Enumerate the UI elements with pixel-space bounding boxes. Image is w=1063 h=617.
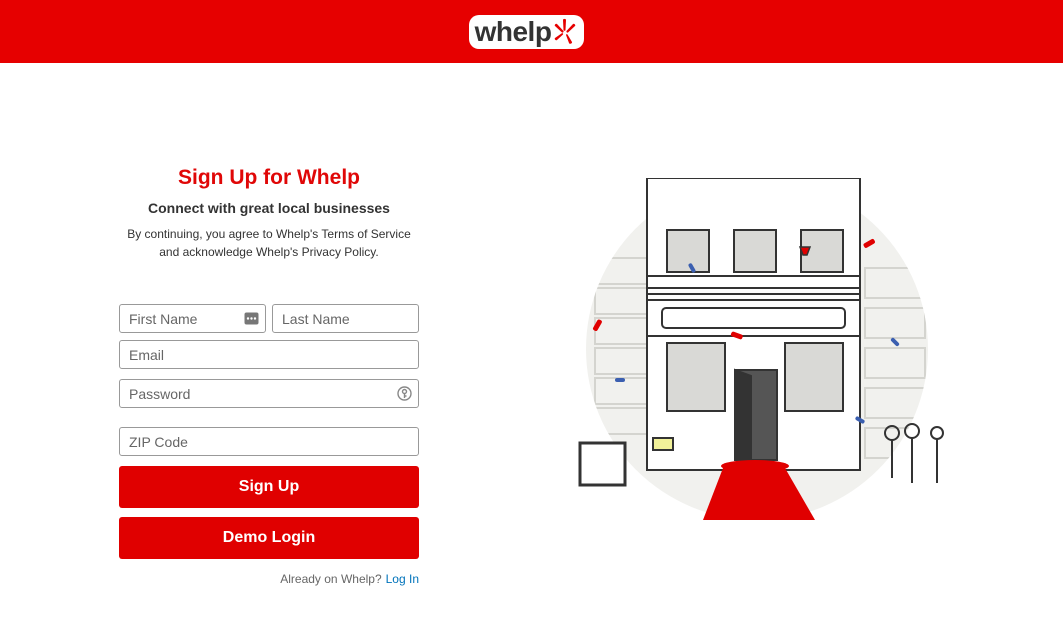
last-name-field[interactable] (272, 304, 419, 333)
page-title: Sign Up for Whelp (178, 166, 360, 189)
legal-text: By continuing, you agree to Whelp's Term… (114, 225, 424, 261)
signup-form: Sign Up for Whelp Connect with great loc… (119, 160, 419, 586)
already-member: Already on Whelp? Log In (280, 572, 419, 586)
sign-up-button[interactable]: Sign Up (119, 466, 419, 508)
logo-text: whelp (474, 15, 552, 47)
storefront-illustration (578, 178, 944, 520)
legal-line-1: By continuing, you agree to Whelp's Term… (127, 227, 411, 241)
first-name-field[interactable] (119, 304, 266, 333)
whelp-logo[interactable]: whelp (468, 14, 585, 49)
log-in-link[interactable]: Log In (386, 572, 419, 586)
key-icon[interactable] (397, 386, 412, 401)
legal-line-2: and acknowledge Whelp's Privacy Policy. (159, 245, 379, 259)
demo-login-button[interactable]: Demo Login (119, 517, 419, 559)
already-text: Already on Whelp? (280, 572, 382, 586)
password-field[interactable] (119, 379, 419, 408)
last-name-input[interactable] (273, 305, 418, 332)
password-input[interactable] (120, 380, 418, 407)
top-bar: whelp (0, 0, 1063, 63)
email-field[interactable] (119, 340, 419, 369)
zip-input[interactable] (120, 428, 418, 455)
contact-card-icon[interactable] (244, 311, 259, 326)
subtitle: Connect with great local businesses (148, 200, 390, 216)
burst-icon (555, 18, 576, 44)
email-input[interactable] (120, 341, 418, 368)
zip-field[interactable] (119, 427, 419, 456)
